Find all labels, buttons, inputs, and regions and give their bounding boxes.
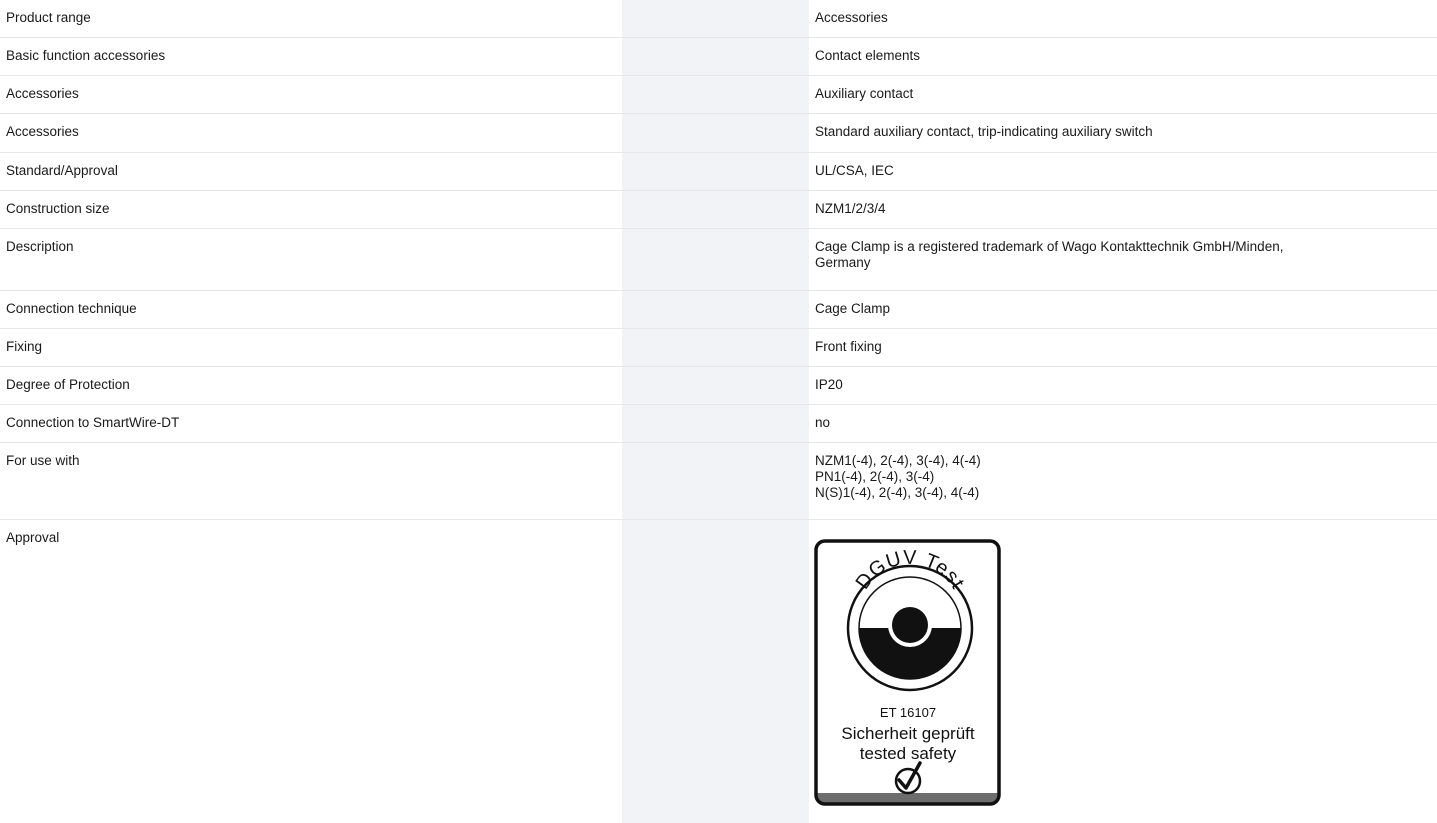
spec-label: Approval: [6, 530, 60, 545]
spec-label: Standard/Approval: [6, 163, 118, 178]
spec-row-description: Description Cage Clamp is a registered t…: [0, 229, 1437, 291]
spec-value: Cage Clamp: [815, 301, 891, 316]
spec-label: Accessories: [6, 124, 79, 139]
spec-value: Auxiliary contact: [815, 86, 914, 101]
spec-row-fixing: Fixing Front fixing: [0, 329, 1437, 367]
spec-value-line: Cage Clamp is a registered trademark of …: [815, 239, 1284, 254]
spec-label: Fixing: [6, 339, 43, 354]
spec-row-accessories-detail: Accessories Standard auxiliary contact, …: [0, 114, 1437, 153]
spec-value-line: NZM1(-4), 2(-4), 3(-4), 4(-4): [815, 453, 981, 468]
badge-line-1: Sicherheit geprüft: [841, 724, 975, 743]
badge-number: ET 16107: [880, 705, 936, 720]
spec-row-accessories: Accessories Auxiliary contact: [0, 76, 1437, 114]
spec-label: Accessories: [6, 86, 79, 101]
spec-row-construction-size: Construction size NZM1/2/3/4: [0, 191, 1437, 229]
spec-value-line: N(S)1(-4), 2(-4), 3(-4), 4(-4): [815, 485, 980, 500]
spec-row-product-range: Product range Accessories: [0, 0, 1437, 38]
spec-label: Degree of Protection: [6, 377, 130, 392]
spec-table: Product range Accessories Basic function…: [0, 0, 1437, 815]
spec-value: IP20: [815, 377, 843, 392]
spec-value: Standard auxiliary contact, trip-indicat…: [815, 124, 1153, 139]
spec-value-line: PN1(-4), 2(-4), 3(-4): [815, 469, 935, 484]
spec-row-for-use-with: For use with NZM1(-4), 2(-4), 3(-4), 4(-…: [0, 443, 1437, 520]
spec-row-approval: Approval: [0, 520, 1437, 815]
spec-row-connection-technique: Connection technique Cage Clamp: [0, 291, 1437, 329]
spec-value: UL/CSA, IEC: [815, 163, 894, 178]
spec-value: Contact elements: [815, 48, 921, 63]
spec-label: Basic function accessories: [6, 48, 166, 63]
dguv-test-badge: DGUV Test ET 16107 Sicherheit geprüft te…: [814, 539, 1001, 806]
spec-row-basic-function-accessories: Basic function accessories Contact eleme…: [0, 38, 1437, 76]
spec-value: NZM1/2/3/4: [815, 201, 886, 216]
spec-label: Connection to SmartWire-DT: [6, 415, 180, 430]
spec-label: For use with: [6, 453, 80, 468]
spec-value: Cage Clamp is a registered trademark of …: [815, 239, 1405, 271]
spec-value: no: [815, 415, 831, 430]
badge-line-2: tested safety: [860, 744, 957, 763]
spec-value: NZM1(-4), 2(-4), 3(-4), 4(-4) PN1(-4), 2…: [815, 453, 1405, 501]
spec-label: Description: [6, 239, 74, 254]
dguv-test-seal-icon: DGUV Test ET 16107 Sicherheit geprüft te…: [814, 539, 1001, 806]
spec-value: Accessories: [815, 10, 888, 25]
spec-value-line: Germany: [815, 255, 871, 270]
spec-label: Construction size: [6, 201, 110, 216]
spec-label: Connection technique: [6, 301, 137, 316]
spec-row-degree-of-protection: Degree of Protection IP20: [0, 367, 1437, 405]
spec-row-standard-approval: Standard/Approval UL/CSA, IEC: [0, 153, 1437, 191]
spec-value: Front fixing: [815, 339, 882, 354]
spec-label: Product range: [6, 10, 91, 25]
spec-row-connection-smartwire: Connection to SmartWire-DT no: [0, 405, 1437, 443]
